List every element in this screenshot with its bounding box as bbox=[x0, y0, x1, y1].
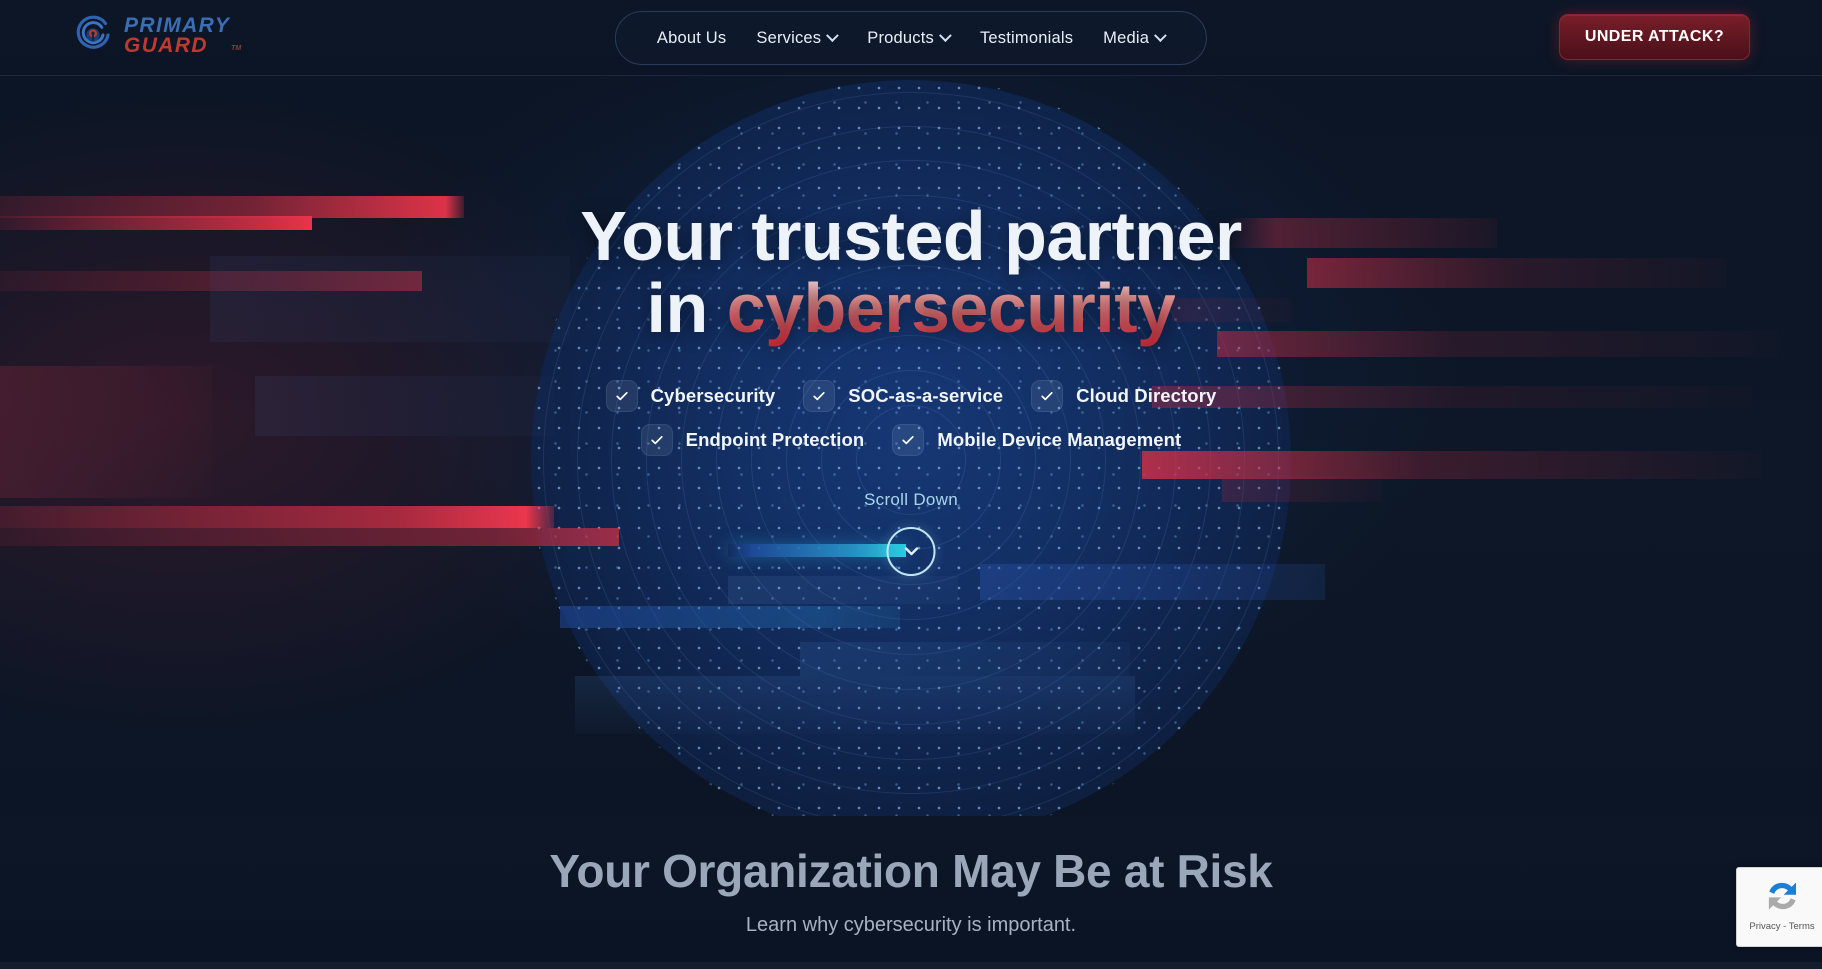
nav-item-media[interactable]: Media bbox=[1088, 11, 1180, 65]
nav-item-products[interactable]: Products bbox=[852, 11, 965, 65]
chevron-down-icon bbox=[904, 547, 918, 556]
risk-section-title: Your Organization May Be at Risk bbox=[549, 845, 1273, 897]
chevron-down-icon bbox=[1154, 28, 1167, 42]
nav-label: Testimonials bbox=[979, 28, 1074, 47]
scroll-progress-bar[interactable] bbox=[728, 544, 906, 558]
check-icon bbox=[803, 380, 836, 413]
nav-item-testimonials[interactable]: Testimonials bbox=[965, 11, 1088, 65]
scroll-down-label: Scroll Down bbox=[864, 490, 958, 510]
scroll-down-row bbox=[0, 522, 1822, 580]
chevron-down-icon bbox=[826, 28, 840, 42]
hero-headline-accent: cybersecurity bbox=[726, 269, 1176, 348]
recaptcha-terms-label[interactable]: Privacy - Terms bbox=[1749, 921, 1814, 932]
feature-mobile-device-management: Mobile Device Management bbox=[892, 424, 1182, 457]
hero-headline: Your trusted partner in cybersecurity bbox=[580, 200, 1242, 344]
under-attack-label: UNDER ATTACK? bbox=[1584, 28, 1724, 45]
feature-cloud-directory: Cloud Directory bbox=[1031, 380, 1217, 413]
nav-label: Services bbox=[756, 28, 822, 47]
hero-feature-list: Cybersecurity SOC-as-a-service Cloud Dir… bbox=[605, 380, 1217, 457]
feature-label: Mobile Device Management bbox=[937, 429, 1182, 451]
feature-label: Cybersecurity bbox=[650, 385, 776, 407]
feature-cybersecurity: Cybersecurity bbox=[605, 380, 776, 413]
feature-label: Cloud Directory bbox=[1076, 385, 1217, 407]
hero-section: Your trusted partner in cybersecurity Cy… bbox=[0, 76, 1822, 816]
feature-row-1: Cybersecurity SOC-as-a-service Cloud Dir… bbox=[605, 380, 1217, 413]
feature-soc-as-a-service: SOC-as-a-service bbox=[803, 380, 1004, 413]
check-icon bbox=[892, 424, 925, 457]
site-logo[interactable]: PRIMARY GUARD TM bbox=[72, 14, 242, 57]
logo-line-guard: GUARD TM bbox=[124, 33, 242, 57]
under-attack-button[interactable]: UNDER ATTACK? bbox=[1558, 14, 1750, 60]
check-icon bbox=[605, 380, 638, 413]
hero-headline-line-1: Your trusted partner bbox=[580, 197, 1242, 275]
hero-headline-line-2: in cybersecurity bbox=[580, 272, 1242, 344]
check-icon bbox=[1031, 380, 1064, 413]
shield-target-icon bbox=[72, 14, 114, 56]
nav-label: Media bbox=[1103, 28, 1150, 47]
hero-headline-prefix: in bbox=[646, 269, 727, 348]
scroll-down-block: Scroll Down bbox=[0, 490, 1822, 580]
main-navigation: About Us Services Products Testimonials … bbox=[614, 11, 1208, 65]
chevron-down-icon bbox=[939, 28, 952, 42]
risk-section: Your Organization May Be at Risk Learn w… bbox=[0, 816, 1822, 962]
risk-section-subtitle: Learn why cybersecurity is important. bbox=[745, 914, 1077, 936]
recaptcha-badge[interactable]: Privacy - Terms bbox=[1736, 867, 1822, 947]
feature-row-2: Endpoint Protection Mobile Device Manage… bbox=[640, 424, 1182, 457]
check-icon bbox=[640, 424, 673, 457]
nav-label: About Us bbox=[656, 28, 727, 47]
nav-label: Products bbox=[867, 28, 934, 47]
logo-trademark: TM bbox=[231, 45, 242, 53]
logo-wordmark: PRIMARY GUARD TM bbox=[124, 15, 242, 57]
feature-label: Endpoint Protection bbox=[685, 429, 865, 451]
recaptcha-icon bbox=[1768, 882, 1796, 910]
scroll-down-button[interactable] bbox=[886, 526, 936, 576]
bottom-bar bbox=[0, 962, 1822, 969]
hero-content: Your trusted partner in cybersecurity Cy… bbox=[0, 76, 1822, 816]
feature-label: SOC-as-a-service bbox=[848, 385, 1004, 407]
site-header: PRIMARY GUARD TM About Us Services Produc… bbox=[0, 0, 1822, 76]
feature-endpoint-protection: Endpoint Protection bbox=[640, 424, 865, 457]
page-root: PRIMARY GUARD TM About Us Services Produc… bbox=[0, 0, 1822, 969]
nav-item-about-us[interactable]: About Us bbox=[642, 11, 741, 65]
nav-item-services[interactable]: Services bbox=[741, 11, 852, 65]
